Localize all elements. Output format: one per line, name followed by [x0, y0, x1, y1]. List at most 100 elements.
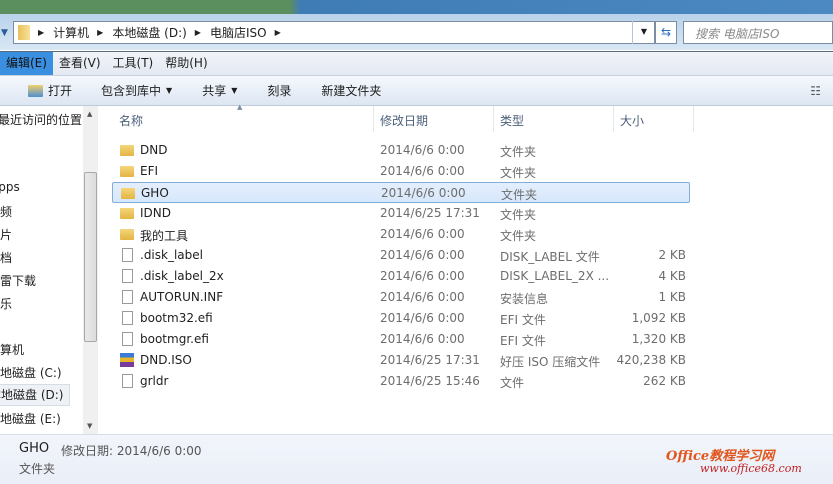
file-row[interactable]: DND 2014/6/6 0:00 文件夹 [112, 140, 690, 161]
file-name: bootmgr.efi [140, 332, 209, 346]
file-date: 2014/6/6 0:00 [381, 186, 466, 200]
nav-scrollbar[interactable]: ▲ ▼ [83, 106, 98, 434]
search-input[interactable]: 搜索 电脑店ISO [683, 21, 833, 44]
breadcrumb-computer[interactable]: 计算机 [53, 24, 89, 41]
file-row[interactable]: IDND 2014/6/25 17:31 文件夹 [112, 203, 690, 224]
include-in-library-button[interactable]: 包含到库中 ▼ [101, 76, 172, 105]
nav-apps[interactable]: Apps [0, 180, 20, 194]
file-name: IDND [140, 206, 171, 220]
menu-help[interactable]: 帮助(H) [159, 52, 213, 75]
file-size: 2 KB [658, 248, 686, 262]
recent-locations-icon[interactable]: ▼ [1, 28, 8, 38]
file-row[interactable]: AUTORUN.INF 2014/6/6 0:00 安装信息 1 KB [112, 287, 690, 308]
column-divider[interactable] [613, 106, 614, 132]
new-folder-button[interactable]: 新建文件夹 [321, 76, 381, 105]
file-name: AUTORUN.INF [140, 290, 224, 304]
file-date: 2014/6/25 17:31 [380, 353, 480, 367]
view-options-icon[interactable]: ☷ [810, 76, 821, 105]
file-size: 4 KB [658, 269, 686, 283]
breadcrumb-arrow-icon[interactable]: ▶ [195, 28, 201, 37]
nav-drive-e[interactable]: 本地磁盘 (E:) [0, 410, 61, 427]
file-icon [122, 269, 133, 283]
file-name: 我的工具 [140, 229, 189, 243]
nav-drive-d[interactable]: 本地磁盘 (D:) [0, 384, 70, 406]
file-type: 文件夹 [500, 229, 537, 243]
file-row[interactable]: EFI 2014/6/6 0:00 文件夹 [112, 161, 690, 182]
file-icon [122, 311, 133, 325]
address-dropdown-icon[interactable]: ▼ [632, 21, 655, 44]
breadcrumb-arrow-icon[interactable]: ▶ [38, 28, 44, 37]
file-name: grldr [140, 374, 169, 388]
breadcrumb-folder[interactable]: 电脑店ISO [210, 24, 267, 41]
column-name[interactable]: 名称 [119, 112, 143, 129]
nav-recent-places[interactable]: 最近访问的位置 [0, 111, 82, 128]
file-row[interactable]: .disk_label 2014/6/6 0:00 DISK_LABEL 文件 … [112, 245, 690, 266]
menu-view[interactable]: 查看(V) [53, 52, 107, 75]
file-date: 2014/6/6 0:00 [380, 290, 465, 304]
file-row[interactable]: bootm32.efi 2014/6/6 0:00 EFI 文件 1,092 K… [112, 308, 690, 329]
file-type: 文件夹 [501, 188, 538, 202]
settings-file-icon [122, 290, 133, 304]
open-button[interactable]: 打开 [28, 76, 72, 105]
file-date: 2014/6/6 0:00 [380, 143, 465, 157]
nav-pictures[interactable]: 图片 [0, 226, 12, 243]
folder-icon [120, 208, 134, 219]
folder-icon [18, 25, 30, 40]
file-icon [122, 332, 133, 346]
file-name: DND [140, 143, 168, 157]
menu-tools[interactable]: 工具(T) [107, 52, 160, 75]
column-date[interactable]: 修改日期 [380, 112, 428, 129]
column-size[interactable]: 大小 [620, 112, 644, 129]
file-name: DND.ISO [140, 353, 192, 367]
chevron-down-icon: ▼ [166, 86, 173, 95]
breadcrumb-arrow-icon[interactable]: ▶ [275, 28, 281, 37]
menu-edit[interactable]: 编辑(E) [0, 52, 53, 75]
file-size: 420,238 KB [616, 353, 686, 367]
nav-drive-c[interactable]: 本地磁盘 (C:) [0, 364, 62, 381]
file-row[interactable]: 我的工具 2014/6/6 0:00 文件夹 [112, 224, 690, 245]
file-row[interactable]: GHO 2014/6/6 0:00 文件夹 [112, 182, 690, 203]
column-header: ▲ 名称 修改日期 类型 大小 [99, 103, 833, 132]
selected-item-name: GHO [19, 441, 50, 456]
scrollbar-thumb[interactable] [84, 172, 97, 342]
breadcrumb-arrow-icon[interactable]: ▶ [97, 28, 103, 37]
scroll-down-icon[interactable]: ▼ [87, 422, 92, 430]
column-type[interactable]: 类型 [500, 112, 524, 129]
open-label: 打开 [48, 84, 73, 98]
file-icon [122, 374, 133, 388]
file-row[interactable]: DND.ISO 2014/6/25 17:31 好压 ISO 压缩文件 420,… [112, 350, 690, 371]
file-type: 好压 ISO 压缩文件 [500, 355, 601, 369]
column-divider[interactable] [373, 106, 374, 132]
file-icon [122, 248, 133, 262]
nav-videos[interactable]: 视频 [0, 203, 12, 220]
file-size: 1,320 KB [631, 332, 686, 346]
file-name: bootm32.efi [140, 311, 213, 325]
address-bar[interactable]: ▶ 计算机 ▶ 本地磁盘 (D:) ▶ 电脑店ISO ▶ [13, 21, 655, 44]
nav-music[interactable]: 音乐 [0, 295, 12, 312]
watermark-url: www.office68.com [700, 462, 802, 475]
file-date: 2014/6/6 0:00 [380, 248, 465, 262]
file-row[interactable]: bootmgr.efi 2014/6/6 0:00 EFI 文件 1,320 K… [112, 329, 690, 350]
refresh-icon[interactable]: ⇆ [655, 21, 677, 44]
file-type: EFI 文件 [500, 334, 546, 348]
file-row[interactable]: grldr 2014/6/25 15:46 文件 262 KB [112, 371, 690, 392]
file-type: 文件夹 [500, 208, 537, 222]
column-divider[interactable] [693, 106, 694, 132]
archive-icon [120, 353, 134, 367]
nav-documents[interactable]: 文档 [0, 249, 12, 266]
file-type: DISK_LABEL 文件 [500, 250, 600, 264]
column-divider[interactable] [493, 106, 494, 132]
file-size: 1,092 KB [631, 311, 686, 325]
scroll-up-icon[interactable]: ▲ [87, 110, 92, 118]
file-name: EFI [140, 164, 159, 178]
breadcrumb-drive-d[interactable]: 本地磁盘 (D:) [112, 24, 186, 41]
chevron-down-icon: ▼ [231, 86, 238, 95]
file-date: 2014/6/25 15:46 [380, 374, 480, 388]
share-button[interactable]: 共享 ▼ [202, 76, 237, 105]
nav-computer[interactable]: 计算机 [0, 341, 24, 358]
file-row[interactable]: .disk_label_2x 2014/6/6 0:00 DISK_LABEL_… [112, 266, 690, 287]
file-date: 2014/6/6 0:00 [380, 332, 465, 346]
nav-thunder-downloads[interactable]: 迅雷下载 [0, 272, 36, 289]
selected-item-modified: 修改日期: 2014/6/6 0:00 [61, 444, 202, 458]
burn-button[interactable]: 刻录 [267, 76, 291, 105]
